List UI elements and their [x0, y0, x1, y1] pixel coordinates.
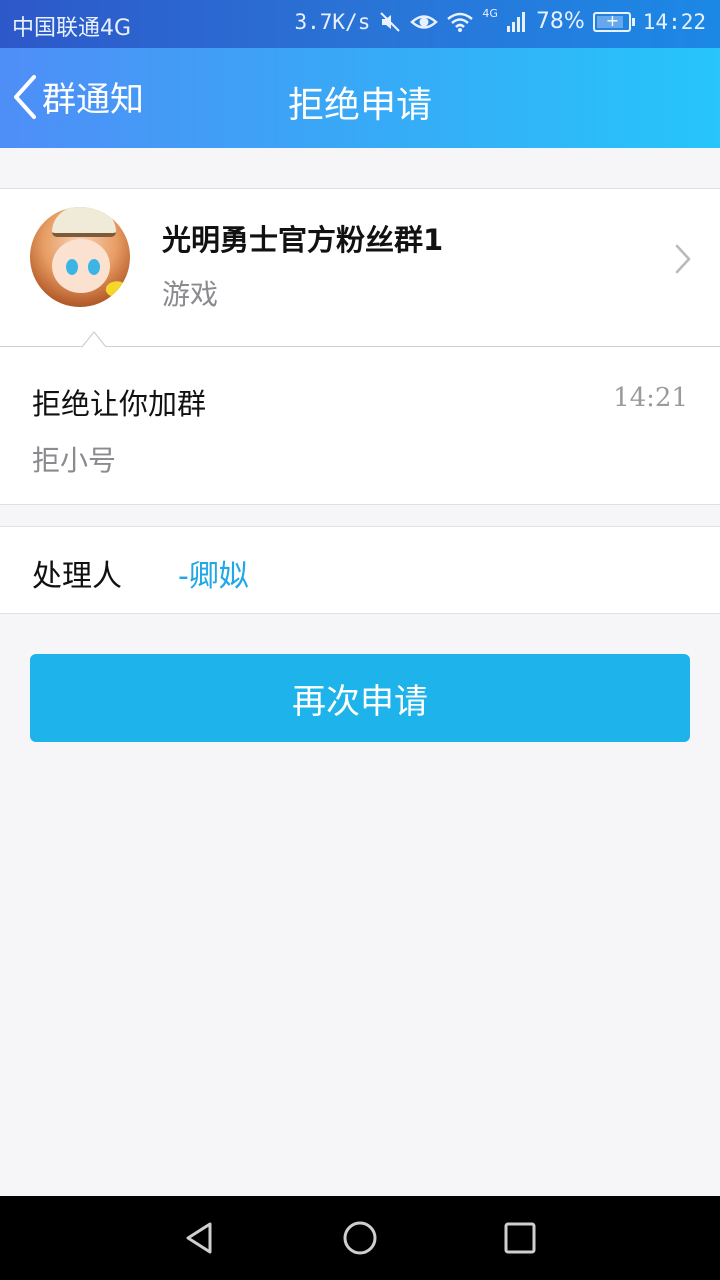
signal-icon [506, 11, 525, 32]
system-home-icon[interactable] [340, 1218, 380, 1258]
message-time: 14:21 [613, 383, 688, 413]
group-info-row[interactable]: 光明勇士官方粉丝群1 游戏 [0, 188, 720, 347]
clock: 14:22 [642, 9, 706, 34]
rejection-reason: 拒小号 [32, 444, 117, 477]
system-back-icon[interactable] [180, 1218, 220, 1258]
group-name: 光明勇士官方粉丝群1 [162, 223, 444, 257]
rejection-message: 拒绝让你加群 14:21 拒小号 [0, 347, 720, 505]
pointer-notch [82, 331, 106, 348]
group-avatar [30, 207, 130, 307]
mute-icon [380, 11, 401, 32]
chevron-right-icon [675, 244, 691, 274]
carrier-label: 中国联通4G [12, 16, 132, 41]
wifi-icon [447, 12, 474, 32]
top-navigation-bar: 群通知 拒绝申请 [0, 48, 720, 148]
system-navigation-bar [0, 1196, 720, 1280]
system-recent-apps-icon[interactable] [500, 1218, 540, 1258]
status-indicators: 3.7K/s 4G 78% + 14:22 [294, 7, 706, 34]
handler-name-link[interactable]: -卿姒 [178, 551, 249, 595]
page-title: 拒绝申请 [287, 85, 432, 126]
reapply-button[interactable]: 再次申请 [30, 654, 690, 742]
status-bar: 中国联通4G 3.7K/s 4G 78% + 14:22 [0, 0, 720, 48]
handler-label: 处理人 [32, 559, 122, 594]
battery-percent: 78% [535, 9, 585, 34]
network-speed: 3.7K/s [294, 9, 371, 34]
handler-row: 处理人 -卿姒 [0, 526, 720, 614]
battery-icon: + [592, 11, 635, 32]
eye-icon [410, 14, 439, 29]
network-type: 4G [482, 7, 498, 20]
group-type: 游戏 [162, 278, 219, 311]
message-title: 拒绝让你加群 [32, 387, 207, 421]
